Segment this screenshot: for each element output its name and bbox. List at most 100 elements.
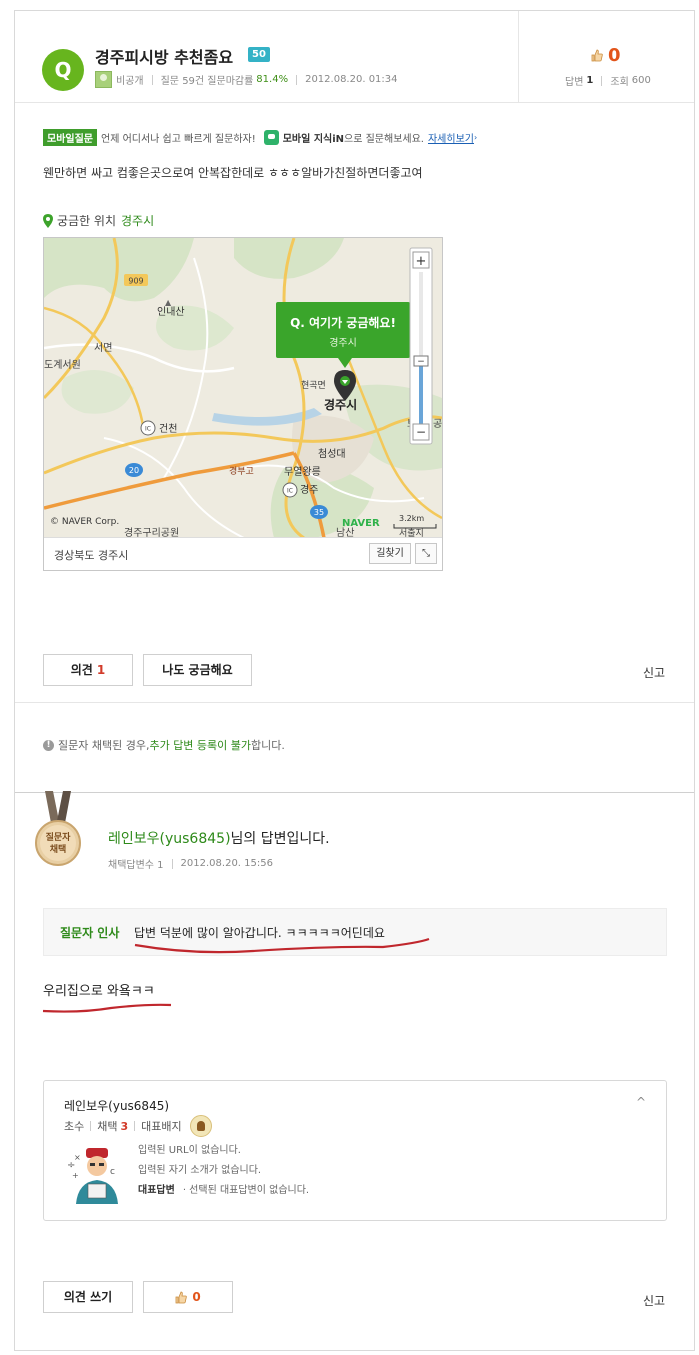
- question-page: Q 경주피시방 추천좀요 50 비공개 질문 59건 질문마감률 81.4% 2…: [14, 10, 695, 1351]
- map-label-mountain: 인내산: [157, 306, 185, 318]
- map-copyright: © NAVER Corp.: [50, 517, 119, 527]
- write-comment-button[interactable]: 의견 쓰기: [43, 1281, 133, 1313]
- medal-line1: 질문자: [46, 831, 72, 843]
- kin-app-icon: [263, 130, 279, 145]
- collapse-icon[interactable]: ^: [636, 1095, 646, 1109]
- ic-marker: IC: [145, 426, 151, 433]
- divider: [134, 1121, 136, 1131]
- profile-rank: 초수: [64, 1120, 85, 1133]
- map-scale: 3.2km: [399, 514, 424, 523]
- profile-name[interactable]: 레인보우(yus6845): [64, 1097, 169, 1114]
- expand-map-icon[interactable]: ⤡: [415, 543, 437, 564]
- road-909-label: 909: [128, 277, 143, 286]
- location-label: 궁금한 위치: [57, 214, 117, 228]
- opinion-button[interactable]: 의견 1: [43, 654, 133, 686]
- map-label-muyeol: 무열왕릉: [284, 466, 321, 478]
- answers-count: 1: [586, 75, 594, 86]
- map-popup-city: 경주시: [329, 336, 357, 349]
- profile-url-line: 입력된 URL이 없습니다.: [138, 1145, 241, 1156]
- answer-meta: 채택답변수 1 2012.08.20. 15:56: [108, 856, 273, 871]
- adopted-medal-icon: 질문자 채택: [35, 791, 81, 866]
- thumb-up-icon: [175, 1291, 188, 1303]
- adoption-notice: ! 질문자 채택된 경우, 추가 답변 등록이 불가 합니다.: [43, 737, 285, 753]
- ic-marker: IC: [287, 488, 293, 495]
- road-20-label: 20: [129, 466, 139, 475]
- directions-button[interactable]: 길찾기: [369, 543, 411, 564]
- profile-rep-answer: 대표답변 · 선택된 대표답변이 없습니다.: [138, 1181, 309, 1201]
- section-divider: [15, 702, 694, 703]
- report-link[interactable]: 신고: [643, 664, 665, 681]
- map-label-hyeongok: 현곡면: [301, 380, 326, 391]
- question-author: 비공개: [116, 76, 144, 87]
- divider: [601, 75, 603, 86]
- profile-details: 입력된 URL이 없습니다. 입력된 자기 소개가 없습니다. 대표답변 · 선택…: [138, 1141, 309, 1201]
- like-counter[interactable]: 0: [591, 45, 621, 66]
- map-footer: 경상북도 경주시 길찾기 ⤡: [44, 537, 442, 570]
- divider: [151, 74, 153, 85]
- questioner-greeting: 질문자 인사 답변 덕분에 많이 알아갑니다. ㅋㅋㅋㅋㅋ어딘데요: [43, 908, 667, 956]
- svg-text:+: +: [72, 1171, 79, 1180]
- answers-label: 답변: [565, 77, 584, 88]
- mobile-promo-text: 언제 어디서나 쉽고 빠르게 질문하자!: [101, 134, 256, 145]
- more-info-link[interactable]: 자세히보기: [428, 130, 474, 145]
- me-too-curious-button[interactable]: 나도 궁금해요: [143, 654, 252, 686]
- answer-like-button[interactable]: 0: [143, 1281, 233, 1313]
- map-label-east-edge2: 공: [433, 418, 442, 430]
- map-label-gyeongbu: 경부고: [229, 465, 254, 477]
- mobile-promo-bar: 모바일질문 언제 어디서나 쉽고 빠르게 질문하자! 모바일 지식iN 으로 질…: [43, 129, 477, 146]
- profile-adopt-count: 3: [120, 1119, 129, 1133]
- representative-badge-icon[interactable]: [189, 1115, 212, 1137]
- rep-answer-label: 대표답변: [138, 1185, 175, 1196]
- location-city[interactable]: 경주시: [121, 212, 154, 229]
- question-body: 웬만하면 싸고 컴좋은곳으로여 안복잡한데로 ㅎㅎㅎ알바가친절하면더좋고여: [43, 166, 423, 180]
- mobile-promo-text2: 으로 질문해보세요.: [344, 134, 424, 145]
- info-icon: !: [43, 739, 54, 751]
- map-label-geoncheon: 건천: [159, 423, 177, 435]
- answer-divider: [15, 792, 694, 793]
- answerer-profile-card: 레인보우(yus6845) ^ 초수 채택 3 대표배지 ÷ × + c 입력된…: [43, 1080, 667, 1221]
- question-meta: 비공개 질문 59건 질문마감률 81.4% 2012.08.20. 01:34: [95, 71, 398, 88]
- profile-avatar-icon: ÷ × + c: [67, 1148, 118, 1204]
- answer-author[interactable]: 레인보우(yus6845): [108, 831, 231, 847]
- greeting-label: 질문자 인사: [60, 926, 120, 940]
- red-underline-mark: [42, 1003, 172, 1013]
- question-badge: Q: [42, 49, 84, 91]
- rep-answer-text: · 선택된 대표답변이 없습니다.: [182, 1185, 310, 1196]
- mobile-kin-name: 모바일 지식iN: [282, 134, 345, 145]
- opinion-label: 의견: [70, 663, 93, 677]
- like-count: 0: [608, 45, 621, 66]
- answer-title: 레인보우(yus6845)님의 답변입니다.: [108, 828, 330, 848]
- user-avatar-icon: [95, 71, 112, 88]
- zoom-out-icon[interactable]: −: [416, 425, 426, 439]
- map-label-seomyeon: 서면: [94, 342, 112, 354]
- map-canvas[interactable]: 909 20 35 ▲ 인내산 서면 도계서원 IC 건천 현곡면 경주시 첨성…: [44, 238, 442, 538]
- naver-logo: NAVER: [342, 518, 380, 529]
- profile-badge-label: 대표배지: [141, 1120, 182, 1133]
- question-stat-box: 0 답변 1 조회 600: [518, 11, 694, 102]
- greeting-text: 답변 덕분에 많이 알아갑니다. ㅋㅋㅋㅋㅋ어딘데요: [134, 926, 385, 940]
- location-map[interactable]: 909 20 35 ▲ 인내산 서면 도계서원 IC 건천 현곡면 경주시 첨성…: [43, 237, 443, 571]
- zoom-in-icon[interactable]: +: [416, 254, 427, 269]
- notice-text: 질문자 채택된 경우,: [58, 739, 150, 752]
- answer-like-count: 0: [192, 1290, 201, 1304]
- mobile-question-tag: 모바일질문: [43, 129, 97, 146]
- road-35-label: 35: [314, 508, 324, 517]
- map-popup-title: Q. 여기가 궁금해요!: [290, 315, 396, 330]
- profile-stats: 초수 채택 3 대표배지: [64, 1115, 212, 1137]
- zoom-handle-icon[interactable]: −: [417, 357, 425, 367]
- map-label-west-place: 도계서원: [44, 359, 81, 371]
- chevron-right-icon: ›: [473, 133, 478, 142]
- notice-highlight: 추가 답변 등록이 불가: [149, 739, 252, 752]
- svg-text:×: ×: [74, 1153, 81, 1162]
- question-header: Q 경주피시방 추천좀요 50 비공개 질문 59건 질문마감률 81.4% 2…: [15, 11, 694, 103]
- medal-line2: 채택: [50, 843, 67, 855]
- profile-intro-line: 입력된 자기 소개가 없습니다.: [138, 1165, 262, 1176]
- svg-text:c: c: [110, 1167, 115, 1177]
- mountain-marker: ▲: [165, 298, 172, 307]
- map-label-cheomseong: 첨성대: [318, 448, 346, 460]
- answer-date: 2012.08.20. 15:56: [180, 858, 273, 869]
- divider: [90, 1121, 92, 1131]
- question-title: 경주피시방 추천좀요: [95, 48, 234, 67]
- profile-adopt-label: 채택: [97, 1120, 118, 1133]
- answer-report-link[interactable]: 신고: [643, 1292, 665, 1309]
